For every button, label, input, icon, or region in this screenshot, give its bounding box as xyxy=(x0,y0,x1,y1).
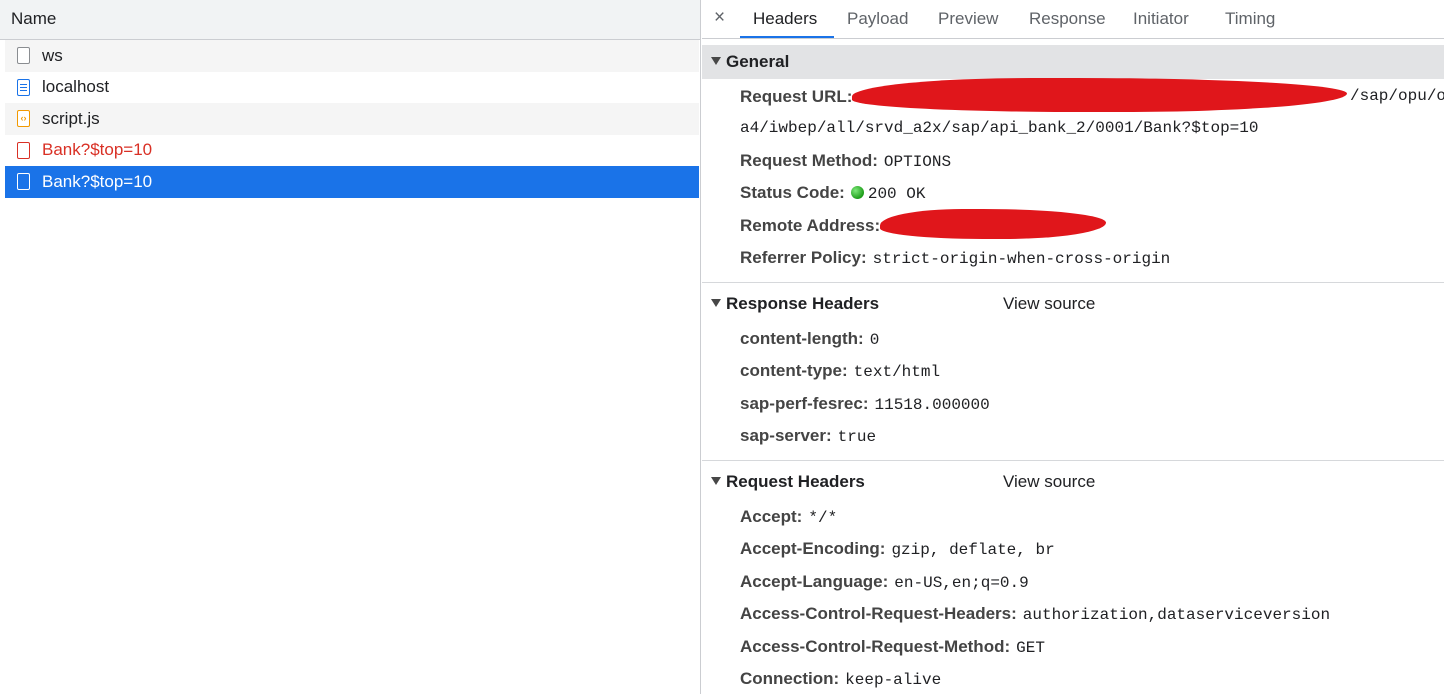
header-row: Accept-Encoding: gzip, deflate, br xyxy=(740,539,1055,561)
collapse-triangle-icon xyxy=(711,477,721,485)
section-divider xyxy=(702,460,1444,461)
name-column-label: Name xyxy=(11,9,57,28)
request-headers-section-header[interactable]: Request Headers View source xyxy=(702,465,1444,499)
header-value: en-US,en;q=0.9 xyxy=(894,574,1029,592)
header-row: content-length: 0 xyxy=(740,329,879,351)
status-code-value: 200 OK xyxy=(867,185,926,203)
request-row-localhost[interactable]: localhost xyxy=(5,72,699,104)
header-value: text/html xyxy=(853,363,941,381)
status-code-row: Status Code: 200 OK xyxy=(740,183,925,205)
header-value: 11518.000000 xyxy=(874,396,990,414)
header-value: 0 xyxy=(869,331,880,349)
tab-payload[interactable]: Payload xyxy=(847,9,908,29)
header-value: true xyxy=(837,428,877,446)
details-tab-bar: × Headers Payload Preview Response Initi… xyxy=(702,0,1444,39)
referrer-policy-label: Referrer Policy: xyxy=(740,248,867,267)
request-name: localhost xyxy=(42,77,110,97)
header-name: content-type: xyxy=(740,361,848,380)
header-name: Accept: xyxy=(740,507,803,526)
blank-file-icon xyxy=(17,47,30,65)
request-name: Bank?$top=10 xyxy=(42,140,153,160)
remote-address-row: Remote Address: xyxy=(740,216,880,238)
header-row: sap-perf-fesrec: 11518.000000 xyxy=(740,394,990,416)
header-name: sap-server: xyxy=(740,426,832,445)
request-method-row: Request Method: OPTIONS xyxy=(740,151,951,173)
request-name: script.js xyxy=(42,108,100,128)
tab-headers[interactable]: Headers xyxy=(753,9,817,29)
remote-address-label: Remote Address: xyxy=(740,216,881,235)
request-row-bank-failed[interactable]: Bank?$top=10 xyxy=(5,135,699,167)
request-list-panel: Name ws localhost script.js Bank?$top=10… xyxy=(0,0,701,694)
section-title: General xyxy=(726,52,790,71)
failed-request-icon xyxy=(17,141,30,159)
header-name: sap-perf-fesrec: xyxy=(740,394,869,413)
header-row: Accept-Language: en-US,en;q=0.9 xyxy=(740,572,1029,594)
header-row: Access-Control-Request-Headers: authoriza… xyxy=(740,604,1330,626)
request-url-label: Request URL: xyxy=(740,87,853,106)
view-source-link[interactable]: View source xyxy=(1003,472,1095,492)
referrer-policy-row: Referrer Policy: strict-origin-when-cross… xyxy=(740,248,1170,270)
request-row-script[interactable]: script.js xyxy=(5,103,699,135)
name-column-header[interactable]: Name xyxy=(0,0,700,40)
header-value: GET xyxy=(1016,639,1045,657)
script-file-icon xyxy=(17,110,30,128)
status-ok-icon xyxy=(850,186,864,199)
request-method-value: OPTIONS xyxy=(883,153,952,171)
header-name: Connection: xyxy=(740,669,840,688)
collapse-triangle-icon xyxy=(711,299,721,307)
tab-initiator[interactable]: Initiator xyxy=(1133,9,1189,29)
header-name: Accept-Language: xyxy=(740,572,889,591)
request-details-panel: × Headers Payload Preview Response Initi… xyxy=(702,0,1444,694)
referrer-policy-value: strict-origin-when-cross-origin xyxy=(872,250,1171,268)
header-value: keep-alive xyxy=(845,671,942,689)
header-name: Accept-Encoding: xyxy=(740,539,886,558)
header-name: content-length: xyxy=(740,329,864,348)
section-title: Response Headers xyxy=(726,294,880,313)
header-name: Access-Control-Request-Headers: xyxy=(740,604,1017,623)
header-row: sap-server: true xyxy=(740,426,876,448)
tab-timing[interactable]: Timing xyxy=(1225,9,1275,29)
blank-file-icon xyxy=(17,173,30,191)
header-row: content-type: text/html xyxy=(740,361,940,383)
section-divider xyxy=(702,282,1444,283)
request-row-bank-selected[interactable]: Bank?$top=10 xyxy=(5,166,699,198)
request-name: ws xyxy=(42,45,63,65)
request-list: ws localhost script.js Bank?$top=10 Bank… xyxy=(5,40,699,198)
header-row: Access-Control-Request-Method: GET xyxy=(740,637,1045,659)
tab-preview[interactable]: Preview xyxy=(938,9,998,29)
header-value: */* xyxy=(808,509,838,527)
request-name: Bank?$top=10 xyxy=(42,171,153,191)
header-name: Access-Control-Request-Method: xyxy=(740,637,1011,656)
view-source-link[interactable]: View source xyxy=(1003,294,1095,314)
redaction-mark xyxy=(880,209,1106,239)
redaction-mark xyxy=(852,78,1347,112)
section-title: Request Headers xyxy=(726,472,865,491)
document-icon xyxy=(17,78,30,96)
header-value: authorization,dataserviceversion xyxy=(1022,606,1331,624)
status-code-label: Status Code: xyxy=(740,183,845,202)
collapse-triangle-icon xyxy=(711,57,721,65)
general-section-header[interactable]: General xyxy=(702,45,1444,79)
request-url-value: a4/iwbep/all/srvd_a2x/sap/api_bank_2/000… xyxy=(740,119,1259,137)
header-value: gzip, deflate, br xyxy=(891,541,1055,559)
active-tab-indicator xyxy=(740,36,834,38)
request-url-tail: /sap/opu/o xyxy=(1350,87,1444,105)
tab-response[interactable]: Response xyxy=(1029,9,1106,29)
header-row: Connection: keep-alive xyxy=(740,669,941,691)
request-row-ws[interactable]: ws xyxy=(5,40,699,72)
header-row: Accept: */* xyxy=(740,507,837,529)
request-method-label: Request Method: xyxy=(740,151,878,170)
close-icon[interactable]: × xyxy=(714,6,725,30)
response-headers-section-header[interactable]: Response Headers View source xyxy=(702,287,1444,321)
request-url-row: Request URL: xyxy=(740,87,852,109)
